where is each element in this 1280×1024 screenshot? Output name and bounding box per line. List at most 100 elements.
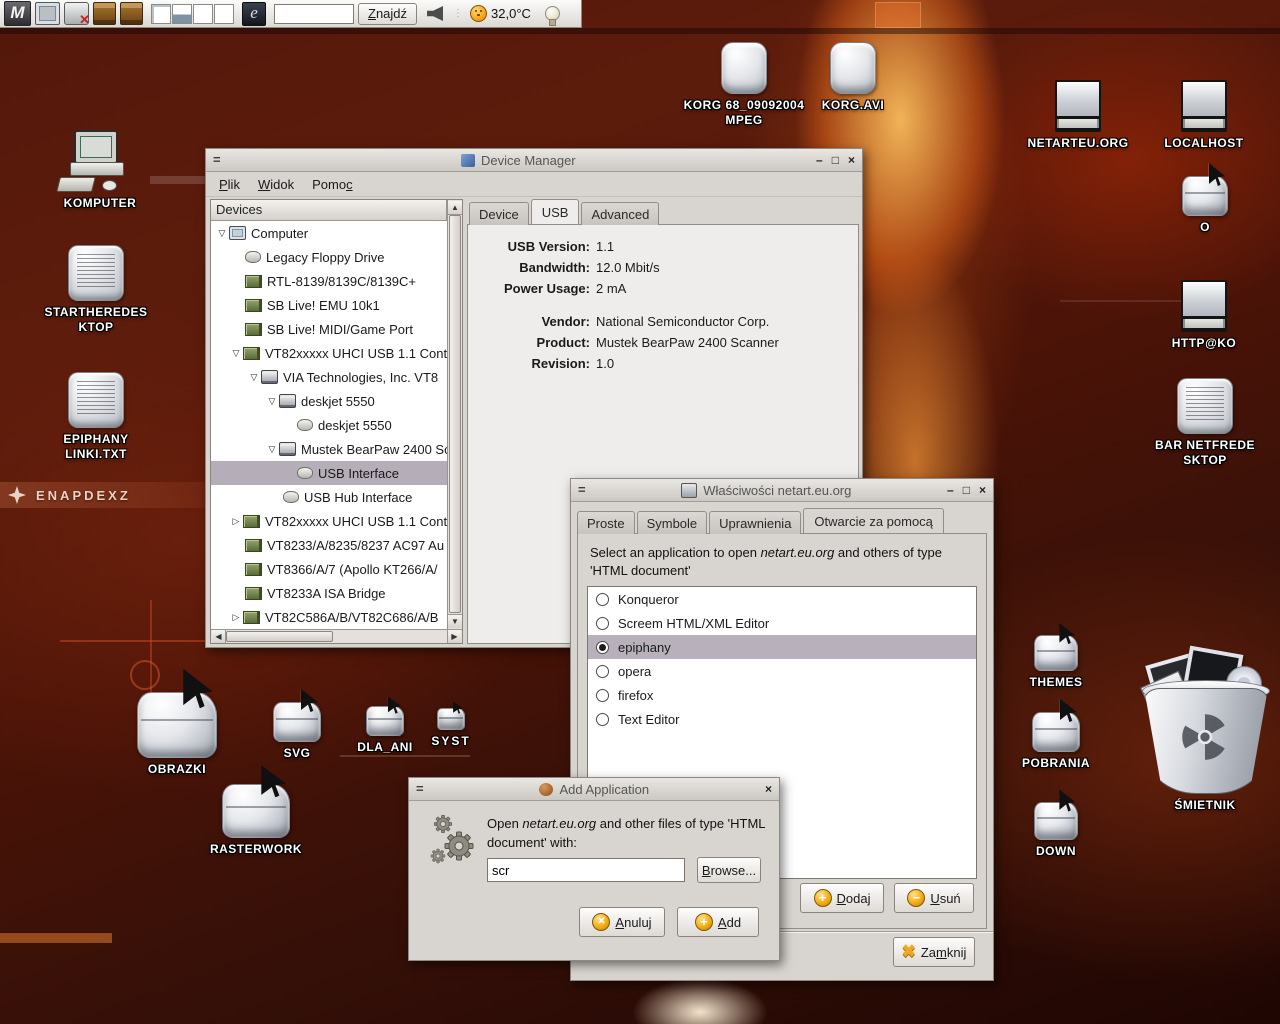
tab-symbole[interactable]: Symbole [637,511,708,534]
desktop-icon-starthere[interactable]: STARTHEREDES KTOP [40,245,152,335]
desktop-icon-themes[interactable]: THEMES [1008,635,1104,690]
expander-open-icon[interactable]: ▽ [247,372,261,383]
workspace-4[interactable] [214,4,234,24]
window-manager-menu-icon[interactable]: M [4,1,31,26]
volume-icon[interactable] [427,6,443,21]
desktop-icon-svg[interactable]: SVG [252,702,342,761]
minimize-button[interactable]: – [816,150,823,170]
tree-item[interactable]: ▽VIA Technologies, Inc. VT8 [211,365,447,389]
dodaj-button[interactable]: + Dodaj [800,883,884,913]
tree-item[interactable]: SB Live! MIDI/Game Port [211,317,447,341]
properties-titlebar[interactable]: = Właściwości netart.eu.org – □ × [571,479,993,502]
window-menu-icon[interactable]: = [578,480,586,500]
menu-plik[interactable]: Plik [210,175,249,194]
minimize-button[interactable]: – [947,480,954,500]
menu-pomoc[interactable]: Pomoc [303,175,361,194]
add-application-titlebar[interactable]: = Add Application × [409,778,779,801]
drawer-icon[interactable] [93,2,116,25]
printer-error-icon[interactable] [64,2,89,25]
scroll-left-arrow[interactable]: ◀ [212,630,226,643]
tab-advanced[interactable]: Advanced [581,202,659,225]
close-button[interactable]: × [848,150,855,170]
expander-closed-icon[interactable]: ▷ [229,516,243,527]
radio-icon[interactable] [596,665,609,678]
desktop-icon-obrazki[interactable]: OBRAZKI [122,692,232,777]
desktop-icon-netarteu[interactable]: NETARTEU.ORG [1022,80,1134,151]
maximize-button[interactable]: □ [963,480,970,500]
tree-item[interactable]: RTL-8139/8139C/8139C+ [211,269,447,293]
expander-open-icon[interactable]: ▽ [265,444,279,455]
epiphany-launcher-icon[interactable]: e [242,2,266,26]
desktop-icon-syst[interactable]: SYST [416,708,486,749]
app-option-screem[interactable]: Screem HTML/XML Editor [588,611,976,635]
anuluj-button[interactable]: ✕ Anuluj [579,907,665,937]
radio-icon[interactable] [596,713,609,726]
desktop-icon-epiphany-linki[interactable]: EPIPHANY LINKI.TXT [40,372,152,462]
desktop-icon-o[interactable]: O [1162,176,1248,235]
device-manager-titlebar[interactable]: = Device Manager – □ × [206,149,862,172]
panel-grip[interactable]: ⋮ [453,8,464,19]
vertical-scrollbar[interactable]: ▲ ▼ [447,200,462,629]
radio-icon[interactable] [596,689,609,702]
tree-item[interactable]: deskjet 5550 [211,413,447,437]
expander-open-icon[interactable]: ▽ [229,348,243,359]
tab-device[interactable]: Device [469,202,529,225]
window-menu-icon[interactable]: = [416,779,424,799]
add-button[interactable]: + Add [677,907,759,937]
tree-item[interactable]: VT8366/A/7 (Apollo KT266/A/ [211,557,447,581]
desktop-icon-bar-net[interactable]: BAR NETFREDE SKTOP [1142,378,1268,468]
app-option-firefox[interactable]: firefox [588,683,976,707]
menu-widok[interactable]: Widok [249,175,303,194]
tree-item[interactable]: VT8233/A/8235/8237 AC97 Au [211,533,447,557]
desktop-icon-rasterwork[interactable]: RASTERWORK [176,784,336,857]
zamknij-button[interactable]: ✖ Zamknij [893,937,975,967]
workspace-1[interactable] [151,4,171,24]
drawer-icon[interactable] [120,2,143,25]
app-option-text-editor[interactable]: Text Editor [588,707,976,731]
find-button[interactable]: Znajdź [358,3,417,25]
window-menu-icon[interactable]: = [213,150,221,170]
desktop-icon-down[interactable]: DOWN [1008,802,1104,859]
desktop-icon-httpko[interactable]: HTTP@KO [1148,280,1260,351]
browse-button[interactable]: Browse... [697,857,761,883]
tree-item[interactable]: ▽Mustek BearPaw 2400 Sc [211,437,447,461]
tree-item[interactable]: ▽deskjet 5550 [211,389,447,413]
scroll-up-arrow[interactable]: ▲ [448,201,462,215]
workspace-pager[interactable] [151,4,234,24]
workspace-3[interactable] [193,4,213,24]
temperature-applet[interactable]: 32,0°C [470,5,531,22]
app-option-konqueror[interactable]: Konqueror [588,587,976,611]
scroll-right-arrow[interactable]: ▶ [447,630,461,643]
tree-item[interactable]: Legacy Floppy Drive [211,245,447,269]
display-settings-icon[interactable] [35,2,60,25]
desktop-icon-smietnik[interactable]: ŚMIETNIK [1140,652,1270,813]
tab-uprawnienia[interactable]: Uprawnienia [709,511,801,534]
radio-icon[interactable] [596,593,609,606]
maximize-button[interactable]: □ [832,150,839,170]
tree-item[interactable]: ▽VT82xxxxx UHCI USB 1.1 Contr [211,341,447,365]
tree-item[interactable]: SB Live! EMU 10k1 [211,293,447,317]
tab-proste[interactable]: Proste [577,511,635,534]
tab-otwarcie-za-pomoca[interactable]: Otwarcie za pomocą [803,508,944,533]
scrollbar-thumb[interactable] [226,631,333,642]
application-command-input[interactable] [487,858,685,882]
tree-item[interactable]: USB Hub Interface [211,485,447,509]
tab-usb[interactable]: USB [531,199,580,224]
scrollbar-thumb[interactable] [449,215,461,613]
usun-button[interactable]: − Usuń [894,883,974,913]
device-tree-column-header[interactable]: Devices [211,200,447,221]
desktop-icon-korg-avi[interactable]: KORG.AVI [798,42,908,113]
close-button[interactable]: × [979,480,986,500]
horizontal-scrollbar[interactable]: ◀ ▶ [211,629,462,643]
tree-item[interactable]: ▽Computer [211,221,447,245]
radio-selected-icon[interactable] [596,641,609,654]
desktop-icon-komputer[interactable]: KOMPUTER [52,130,148,211]
expander-open-icon[interactable]: ▽ [265,396,279,407]
tree-item[interactable]: ▷VT82xxxxx UHCI USB 1.1 Contr [211,509,447,533]
desktop-icon-pobrania[interactable]: POBRANIA [1000,712,1112,771]
expander-closed-icon[interactable]: ▷ [229,612,243,623]
panel-find-input[interactable] [274,4,354,24]
app-option-opera[interactable]: opera [588,659,976,683]
tree-item-selected[interactable]: USB Interface [211,461,447,485]
scroll-down-arrow[interactable]: ▼ [448,614,462,628]
